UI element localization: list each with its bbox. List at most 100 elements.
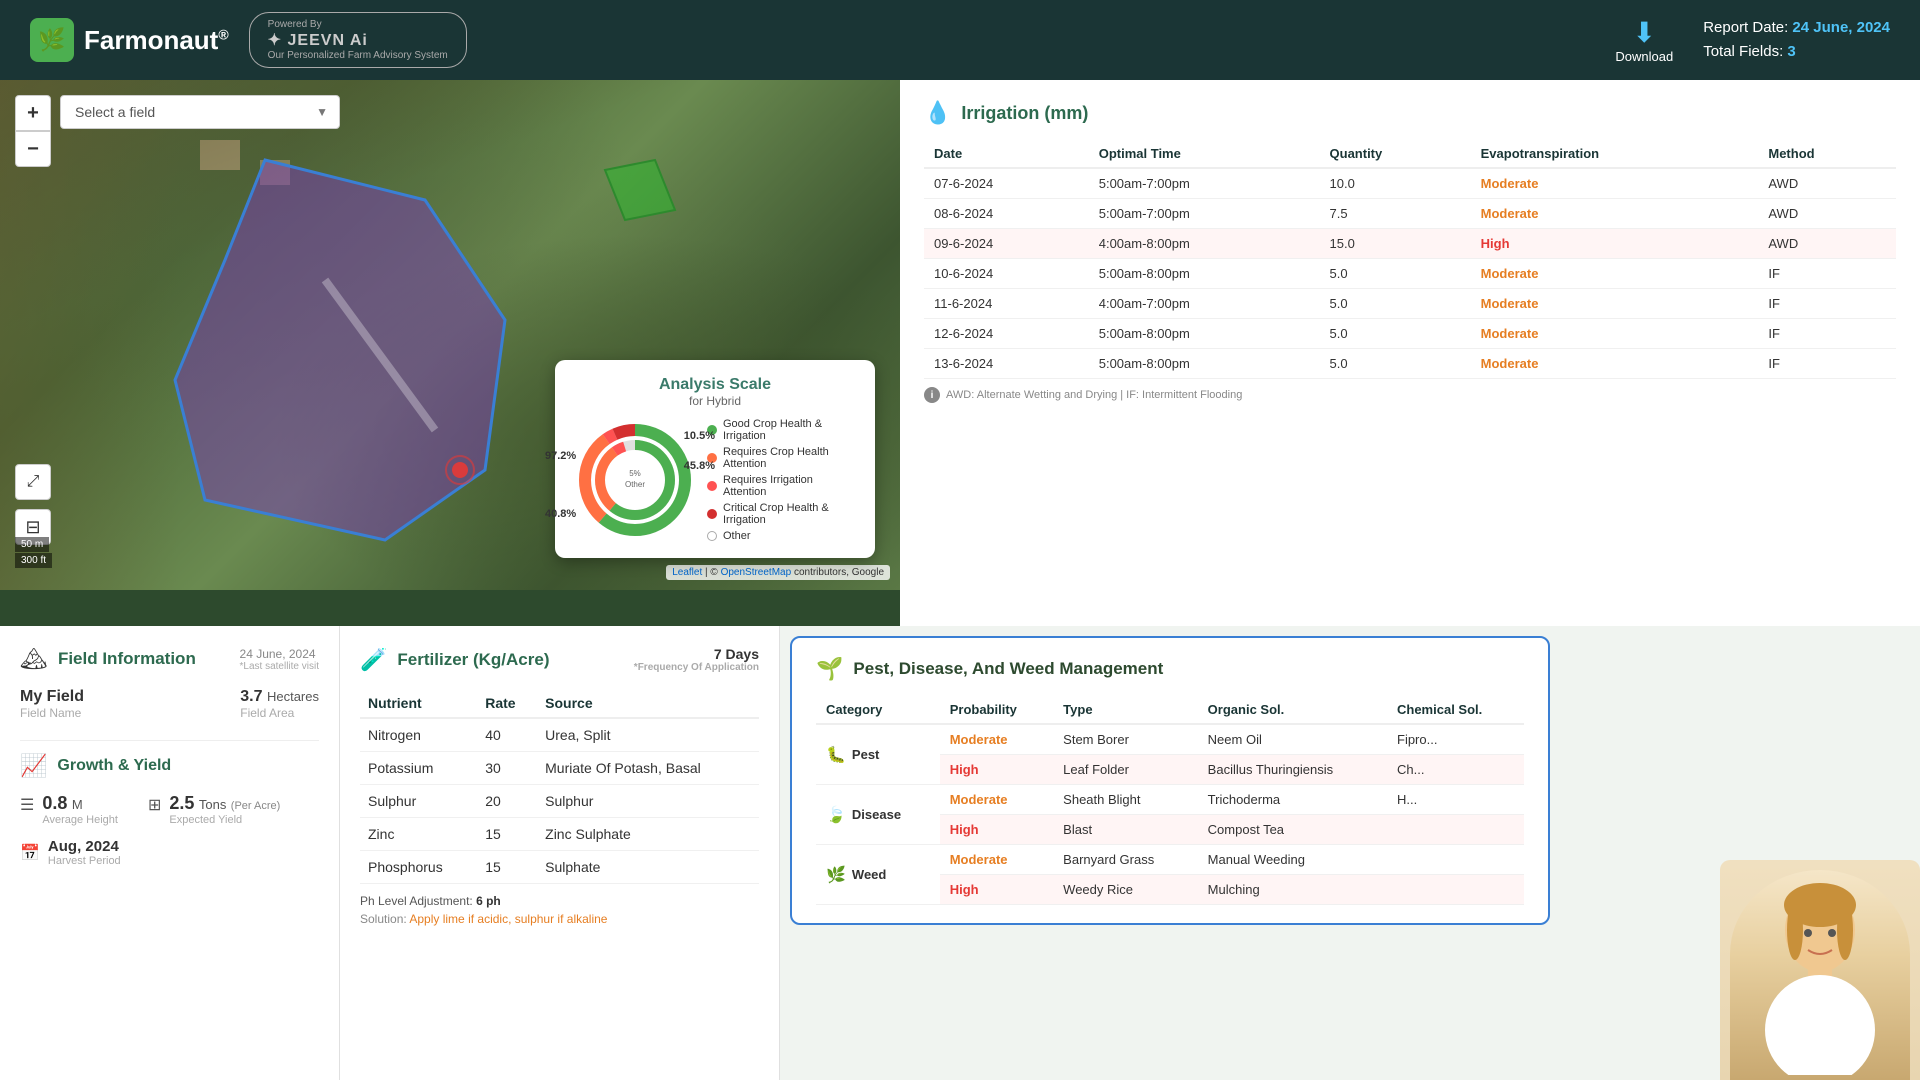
irr-method: AWD (1758, 199, 1896, 229)
donut-chart: 5% Other 97.2% 10.5% 45.8% 40.8% (575, 420, 695, 540)
pest-category: 🌿 Weed (816, 845, 940, 905)
pest-type: Leaf Folder (1053, 755, 1198, 785)
logo-area: 🌿 Farmonaut® Powered By ✦ JEEVN Ai Our P… (30, 12, 467, 68)
svg-text:5%: 5% (629, 469, 641, 478)
fullscreen-button[interactable]: ⤢ (15, 464, 51, 500)
logo-text: Farmonaut® (84, 25, 229, 56)
pest-chemical (1387, 845, 1524, 875)
avg-height-stat: ☰ 0.8 M Average Height (20, 793, 118, 826)
pest-col-category: Category (816, 696, 940, 724)
fert-nutrient: Nitrogen (360, 718, 477, 752)
field-info-row: My Field Field Name 3.7 Hectares Field A… (20, 688, 319, 720)
pest-prob: Moderate (940, 785, 1053, 815)
height-icon: ☰ (20, 795, 34, 815)
jeevn-subtitle: Our Personalized Farm Advisory System (268, 50, 448, 61)
analysis-title: Analysis Scale (575, 376, 855, 394)
irr-col-evap: Evapotranspiration (1471, 140, 1759, 168)
legend-item-4: Critical Crop Health & Irrigation (707, 502, 855, 526)
irrigation-table: Date Optimal Time Quantity Evapotranspir… (924, 140, 1896, 379)
field-info-title: Field Information (58, 649, 196, 669)
header: 🌿 Farmonaut® Powered By ✦ JEEVN Ai Our P… (0, 0, 1920, 80)
legend-dot-other (707, 531, 717, 541)
irr-method: IF (1758, 349, 1896, 379)
irr-method: AWD (1758, 168, 1896, 199)
yield-icon: ⊞ (148, 795, 161, 815)
growth-header: 📈 Growth & Yield (20, 753, 319, 779)
irr-qty: 10.0 (1320, 168, 1471, 199)
pest-table: Category Probability Type Organic Sol. C… (816, 696, 1524, 905)
fert-rate: 30 (477, 752, 537, 785)
irr-time: 4:00am-7:00pm (1089, 289, 1320, 319)
legend-dot-darkred (707, 509, 717, 519)
header-right: ⬇ Download Report Date: 24 June, 2024 To… (1615, 16, 1890, 64)
logo-icon: 🌿 (30, 18, 74, 62)
irr-time: 5:00am-8:00pm (1089, 319, 1320, 349)
irr-col-time: Optimal Time (1089, 140, 1320, 168)
field-area-col: 3.7 Hectares Field Area (240, 688, 319, 720)
irrigation-header: 💧 Irrigation (mm) (924, 100, 1896, 126)
irrigation-section: 💧 Irrigation (mm) Date Optimal Time Quan… (900, 80, 1920, 626)
field-info-header: 🏔 Field Information 24 June, 2024 *Last … (20, 646, 319, 672)
fert-rate: 15 (477, 851, 537, 884)
irr-evap: Moderate (1471, 319, 1759, 349)
legend-item-2: Requires Crop Health Attention (707, 446, 855, 470)
total-fields-line: Total Fields: 3 (1703, 40, 1890, 64)
irr-method: IF (1758, 319, 1896, 349)
pest-type: Barnyard Grass (1053, 845, 1198, 875)
irr-evap: Moderate (1471, 199, 1759, 229)
osm-link[interactable]: OpenStreetMap (721, 567, 792, 578)
pest-header: 🌱 Pest, Disease, And Weed Management (816, 656, 1524, 682)
legend-item-5: Other (707, 530, 855, 542)
field-info-panel: 🏔 Field Information 24 June, 2024 *Last … (0, 626, 340, 1080)
map-section: + − Select a field ⤢ ⊟ 50 m 300 ft (0, 80, 900, 626)
pest-organic: Mulching (1198, 875, 1387, 905)
pest-title: Pest, Disease, And Weed Management (853, 659, 1163, 679)
leaflet-link[interactable]: Leaflet (672, 567, 702, 578)
growth-stats: ☰ 0.8 M Average Height ⊞ 2.5 Ton (20, 793, 319, 826)
irr-evap: Moderate (1471, 259, 1759, 289)
irr-method: IF (1758, 259, 1896, 289)
pest-prob: High (940, 875, 1053, 905)
scale-feet: 300 ft (15, 553, 52, 568)
fert-rate: 40 (477, 718, 537, 752)
harvest-data: Aug, 2024 Harvest Period (48, 838, 121, 867)
irr-time: 4:00am-8:00pm (1089, 229, 1320, 259)
logo: 🌿 Farmonaut® (30, 18, 229, 62)
map-container[interactable]: + − Select a field ⤢ ⊟ 50 m 300 ft (0, 80, 900, 626)
scale-meters: 50 m (15, 537, 49, 552)
pct-label-45: 45.8% (684, 460, 715, 472)
irr-qty: 5.0 (1320, 289, 1471, 319)
pest-chemical: Ch... (1387, 755, 1524, 785)
irr-time: 5:00am-8:00pm (1089, 259, 1320, 289)
harvest-icon: 📅 (20, 843, 40, 863)
report-date-line: Report Date: 24 June, 2024 (1703, 16, 1890, 40)
pest-col-type: Type (1053, 696, 1198, 724)
irr-time: 5:00am-7:00pm (1089, 199, 1320, 229)
divider-1 (20, 740, 319, 741)
pest-organic: Manual Weeding (1198, 845, 1387, 875)
zoom-out-button[interactable]: − (15, 131, 51, 167)
fertilizer-table: Nutrient Rate Source Nitrogen 40 Urea, S… (360, 689, 759, 884)
fertilizer-icon: 🧪 (360, 647, 387, 673)
download-button[interactable]: ⬇ Download (1615, 16, 1673, 64)
fert-col-nutrient: Nutrient (360, 689, 477, 718)
fertilizer-frequency: 7 Days *Frequency Of Application (634, 646, 759, 673)
harvest-row: 📅 Aug, 2024 Harvest Period (20, 838, 319, 867)
legend-dot-red (707, 481, 717, 491)
height-data: 0.8 M Average Height (42, 793, 118, 826)
field-select-area[interactable]: Select a field (60, 95, 340, 129)
irr-evap: Moderate (1471, 349, 1759, 379)
pest-chemical (1387, 815, 1524, 845)
pest-icon: 🌱 (816, 656, 843, 682)
avatar-overlay (1720, 860, 1920, 1080)
svg-text:Other: Other (625, 480, 645, 489)
pest-prob: High (940, 815, 1053, 845)
field-select-wrapper[interactable]: Select a field (60, 95, 340, 129)
zoom-in-button[interactable]: + (15, 95, 51, 131)
field-select-dropdown[interactable]: Select a field (60, 95, 340, 129)
field-icon: 🏔 (20, 646, 48, 672)
pest-col-chemical: Chemical Sol. (1387, 696, 1524, 724)
pest-prob: High (940, 755, 1053, 785)
pct-label-10: 10.5% (684, 430, 715, 442)
fertilizer-panel: 🧪 Fertilizer (Kg/Acre) 7 Days *Frequency… (340, 626, 780, 1080)
